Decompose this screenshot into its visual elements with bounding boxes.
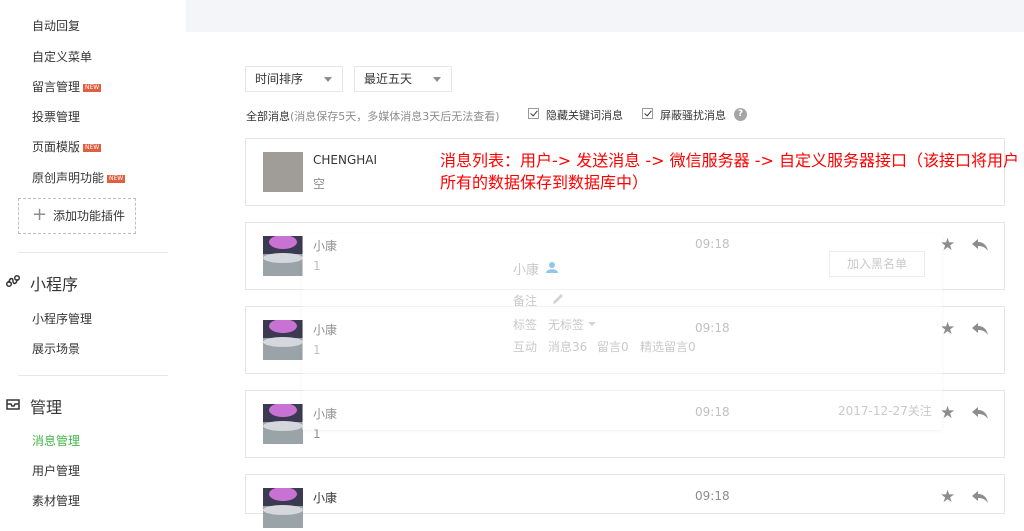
add-blacklist-label: 加入黑名单 xyxy=(846,257,907,271)
sidebar-item-label: 素材管理 xyxy=(32,494,81,508)
hide-keyword-label: 隐藏关键词消息 xyxy=(546,109,623,122)
sidebar: 自动回复 自定义菜单 留言管理 NEW 投票管理 页面模版 NEW 原创声明功能 NE… xyxy=(0,0,186,508)
hide-keyword-checkbox[interactable] xyxy=(528,108,539,119)
sidebar-item-comments[interactable]: 留言管理 NEW xyxy=(32,78,102,95)
chevron-down-icon xyxy=(324,77,332,82)
sidebar-item-label: 用户管理 xyxy=(32,464,81,478)
avatar xyxy=(263,487,303,528)
sidebar-item-label: 展示场景 xyxy=(32,342,81,356)
filter-summary: 全部消息(消息保存5天，多媒体消息3天后无法查看) xyxy=(246,108,500,124)
comments-count: 留言0 xyxy=(597,340,629,354)
help-icon[interactable]: ? xyxy=(734,108,747,121)
sidebar-item-label: 投票管理 xyxy=(32,110,81,124)
sidebar-item-label: 自定义菜单 xyxy=(32,50,93,64)
add-blacklist-button[interactable]: 加入黑名单 xyxy=(829,251,925,277)
avatar xyxy=(263,403,303,444)
reply-icon[interactable] xyxy=(971,322,989,336)
popover-user-name: 小康 xyxy=(513,263,540,278)
sort-select-value: 时间排序 xyxy=(255,72,304,86)
sidebar-item-label: 原创声明功能 xyxy=(32,171,105,185)
miniprogram-icon xyxy=(5,274,21,288)
sidebar-item-label: 小程序管理 xyxy=(32,312,93,326)
star-icon[interactable]: ★ xyxy=(940,403,955,423)
star-icon[interactable]: ★ xyxy=(940,487,955,507)
new-badge: NEW xyxy=(83,143,102,152)
message-time: 09:18 xyxy=(695,489,730,503)
sidebar-item-materials[interactable]: 素材管理 xyxy=(32,492,80,509)
sidebar-item-auto-reply[interactable]: 自动回复 xyxy=(32,17,80,34)
sidebar-item-message-manage[interactable]: 消息管理 xyxy=(32,432,80,449)
avatar xyxy=(263,319,303,360)
block-harass-checkbox[interactable] xyxy=(642,108,653,119)
follow-date: 2017-12-27关注 xyxy=(838,404,932,418)
message-content: 空 xyxy=(313,177,326,191)
reply-icon[interactable] xyxy=(971,406,989,420)
range-select[interactable]: 最近五天 xyxy=(354,66,452,92)
messages-count: 消息36 xyxy=(548,340,588,354)
sort-select[interactable]: 时间排序 xyxy=(245,66,343,92)
avatar xyxy=(263,152,303,192)
divider xyxy=(18,375,168,376)
add-plugin-label: 添加功能插件 xyxy=(53,209,126,223)
featured-comments-count: 精选留言0 xyxy=(640,340,696,354)
new-badge: NEW xyxy=(83,83,102,92)
star-icon[interactable]: ★ xyxy=(940,235,955,255)
add-plugin-button[interactable]: + 添加功能插件 xyxy=(18,198,136,234)
annotation-text: 消息列表：用户-> 发送消息 -> 微信服务器 -> 自定义服务器接口（该接口将… xyxy=(440,151,1019,192)
sidebar-item-label: 自动回复 xyxy=(32,19,81,33)
chevron-down-icon xyxy=(433,77,441,82)
sidebar-item-label: 留言管理 xyxy=(32,80,81,94)
range-select-value: 最近五天 xyxy=(364,72,413,86)
star-icon[interactable]: ★ xyxy=(940,319,955,339)
user-profile-popover: 小康 加入黑名单 备注 标签 无标签 互动 消息36 留言0 精选留言0 201… xyxy=(302,234,942,430)
reply-icon[interactable] xyxy=(971,238,989,252)
edit-icon[interactable] xyxy=(552,293,564,305)
sidebar-item-page-templates[interactable]: 页面模版 NEW xyxy=(32,138,102,155)
sidebar-item-user-manage[interactable]: 用户管理 xyxy=(32,462,80,479)
retention-note: (消息保存5天，多媒体消息3天后无法查看) xyxy=(290,110,500,123)
chevron-down-icon[interactable] xyxy=(588,322,596,326)
block-harass-label: 屏蔽骚扰消息 xyxy=(660,109,726,122)
tag-label: 标签 xyxy=(513,318,538,332)
divider xyxy=(18,252,168,253)
interaction-label: 互动 xyxy=(513,340,538,354)
message-row[interactable]: 小康 09:18 ★ xyxy=(245,474,1005,528)
reply-icon[interactable] xyxy=(971,490,989,504)
user-gender-icon xyxy=(546,262,558,273)
remark-label: 备注 xyxy=(513,294,538,308)
sidebar-item-original-declaration[interactable]: 原创声明功能 NEW xyxy=(32,169,126,186)
sender-name[interactable]: 小康 xyxy=(313,489,337,506)
sidebar-item-label: 消息管理 xyxy=(32,434,81,448)
plus-icon: + xyxy=(32,204,48,225)
new-badge: NEW xyxy=(107,174,126,183)
section-title-miniprogram: 小程序 xyxy=(30,275,79,294)
sidebar-item-label: 页面模版 xyxy=(32,140,81,154)
section-title-manage: 管理 xyxy=(30,398,63,417)
sidebar-item-votes[interactable]: 投票管理 xyxy=(32,108,80,125)
inbox-icon xyxy=(6,399,20,410)
tag-value[interactable]: 无标签 xyxy=(548,316,584,333)
avatar xyxy=(263,235,303,276)
sidebar-item-custom-menu[interactable]: 自定义菜单 xyxy=(32,48,92,65)
sender-name[interactable]: CHENGHAI xyxy=(313,153,377,167)
sidebar-item-display-scenes[interactable]: 展示场景 xyxy=(32,340,80,357)
all-messages-label: 全部消息 xyxy=(246,110,290,123)
sidebar-item-miniprogram-manage[interactable]: 小程序管理 xyxy=(32,310,92,327)
